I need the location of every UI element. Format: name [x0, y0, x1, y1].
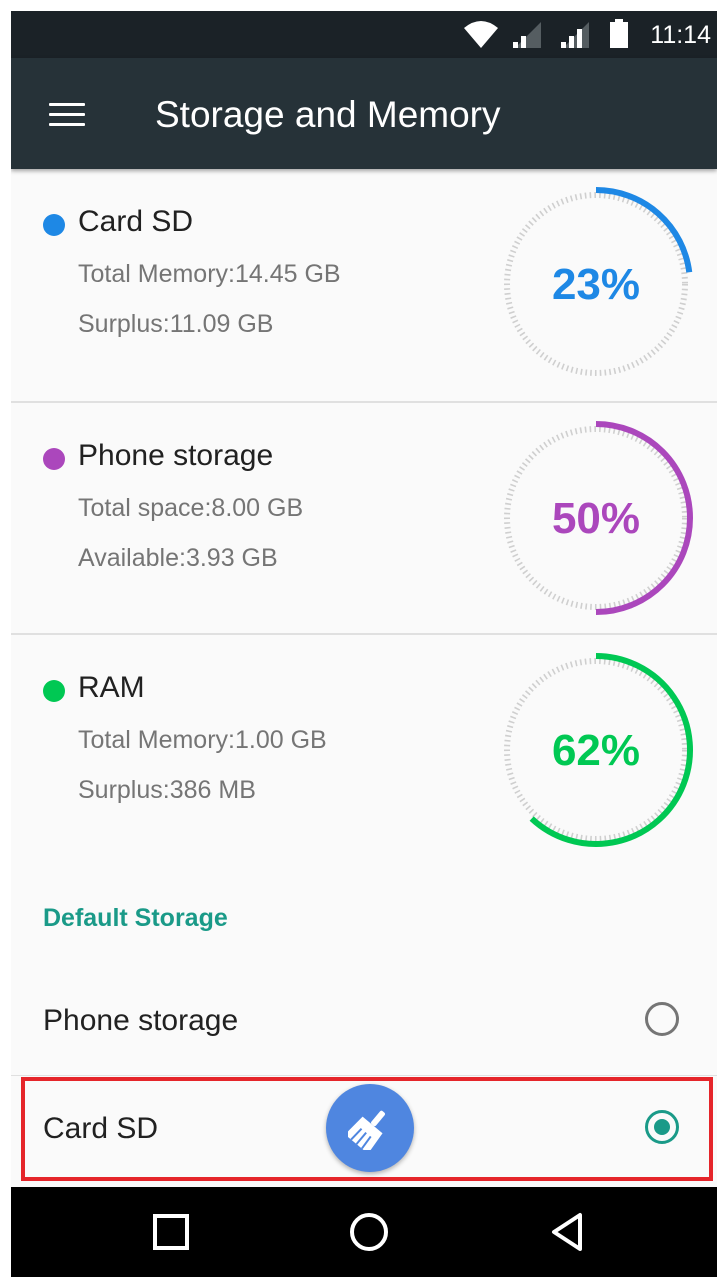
storage-name: Card SD: [78, 205, 194, 238]
divider: [11, 1075, 717, 1076]
storage-free: Surplus:386 MB: [78, 776, 256, 804]
screen: 11:14 Storage and Memory Card SD Total M…: [11, 11, 717, 1277]
storage-total: Total Memory:14.45 GB: [78, 260, 341, 288]
hamburger-menu-icon[interactable]: [49, 103, 85, 127]
back-triangle-icon[interactable]: [546, 1209, 592, 1255]
recents-square-icon[interactable]: [148, 1209, 194, 1255]
status-bar: 11:14: [11, 11, 717, 58]
usage-ring: 62%: [504, 653, 693, 847]
signal-icon: [561, 22, 589, 48]
storage-card-sd[interactable]: Card SD Total Memory:14.45 GB Surplus:11…: [11, 169, 717, 401]
navigation-bar: [11, 1187, 717, 1277]
card-sd-dot: [43, 214, 65, 236]
usage-percent-label: 62%: [552, 726, 640, 775]
signal-icon: [513, 22, 541, 48]
ram-dot: [43, 680, 65, 702]
storage-total: Total Memory:1.00 GB: [78, 726, 327, 754]
battery-icon: [610, 19, 628, 48]
clean-fab-button[interactable]: [326, 1084, 414, 1172]
page-title: Storage and Memory: [155, 94, 501, 135]
app-bar: Storage and Memory: [11, 58, 717, 169]
usage-ring: 23%: [504, 187, 693, 376]
storage-free: Surplus:11.09 GB: [78, 310, 274, 338]
usage-percent-label: 50%: [552, 494, 640, 543]
usage-percent-label: 23%: [552, 260, 640, 309]
broom-clean-icon: [348, 1110, 385, 1150]
wifi-icon: [464, 21, 498, 48]
phone-storage-dot: [43, 448, 65, 470]
option-phone-storage[interactable]: Phone storage: [11, 973, 717, 1073]
storage-card-ram[interactable]: RAM Total Memory:1.00 GB Surplus:386 MB …: [11, 635, 717, 867]
option-label: Card SD: [43, 1112, 159, 1145]
usage-ring: 50%: [504, 421, 693, 615]
radio-button[interactable]: [645, 1002, 679, 1036]
status-time: 11:14: [650, 21, 711, 49]
storage-name: Phone storage: [78, 439, 274, 472]
storage-free: Available:3.93 GB: [78, 544, 278, 572]
storage-name: RAM: [78, 671, 145, 704]
home-circle-icon[interactable]: [346, 1209, 392, 1255]
storage-card-phone[interactable]: Phone storage Total space:8.00 GB Availa…: [11, 403, 717, 635]
radio-button-selected[interactable]: [645, 1110, 679, 1144]
default-storage-heading: Default Storage: [43, 904, 228, 932]
option-label: Phone storage: [43, 1004, 239, 1037]
storage-total: Total space:8.00 GB: [78, 494, 304, 522]
